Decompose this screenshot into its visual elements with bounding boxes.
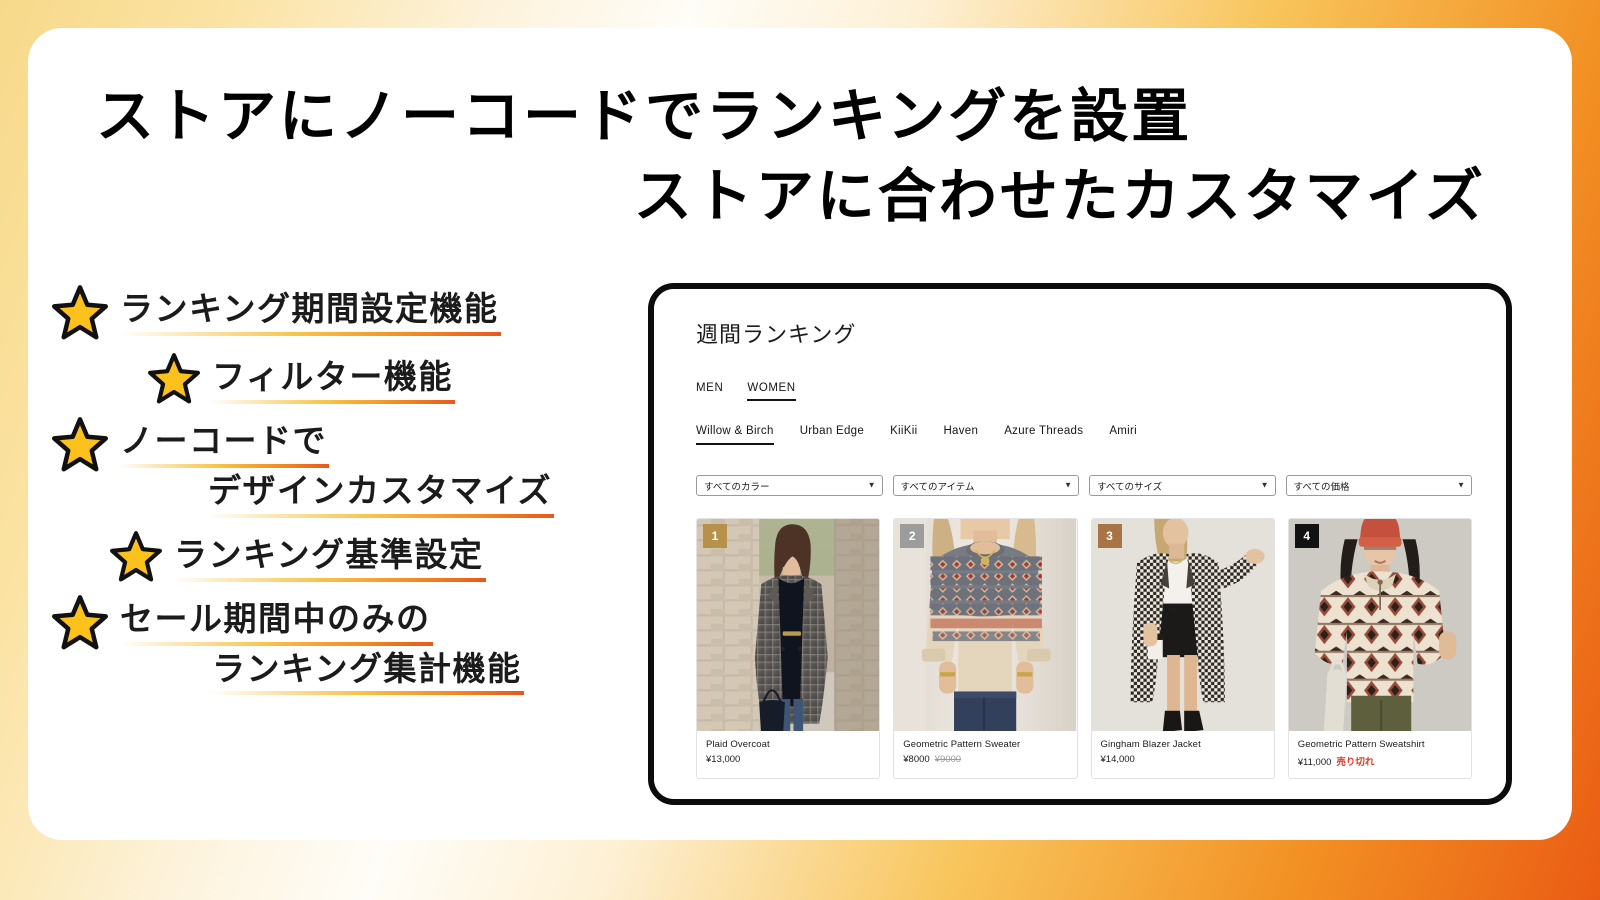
star-icon: [110, 530, 163, 582]
feature-text-group: ノーコードで デザインカスタマイズ: [118, 414, 555, 518]
feature-line: ランキング期間設定機能: [118, 286, 501, 336]
product-card[interactable]: 1 Plaid Overcoat ¥13,000: [696, 518, 881, 779]
brand-tab-urban-edge[interactable]: Urban Edge: [800, 425, 864, 445]
product-price: ¥11,000: [1297, 757, 1332, 768]
product-image: 2: [894, 519, 1077, 731]
product-image: 3: [1091, 519, 1274, 731]
product-info: Geometric Pattern Sweater ¥8000 ¥9000: [894, 731, 1076, 775]
product-name: Gingham Blazer Jacket: [1100, 739, 1201, 750]
rank-badge: 4: [1294, 524, 1319, 548]
star-icon: [52, 416, 108, 472]
product-price: ¥13,000: [706, 754, 741, 765]
item-filter-select[interactable]: すべてのアイテム ▼: [892, 475, 1079, 496]
feature-line: ノーコードで: [118, 418, 329, 468]
product-name: Geometric Pattern Sweater: [903, 739, 1021, 750]
product-card[interactable]: 2 Geometric Pattern Sweater ¥8000 ¥9000: [893, 518, 1078, 779]
size-filter-select[interactable]: すべてのサイズ ▼: [1089, 475, 1276, 496]
ranking-title: 週間ランキング: [696, 322, 857, 347]
feature-item-nocode-design: ノーコードで デザインカスタマイズ: [52, 414, 632, 518]
feature-line: ランキング基準設定: [172, 532, 486, 582]
product-name: Plaid Overcoat: [706, 739, 770, 750]
rank-badge: 3: [1097, 524, 1122, 548]
headline-line-2: ストアに合わせたカスタマイズ: [633, 164, 1486, 230]
gender-tab-bar: MEN WOMEN: [696, 382, 1472, 401]
feature-line: デザインカスタマイズ: [206, 468, 555, 518]
rank-badge: 2: [900, 524, 925, 548]
brand-tab-bar: Willow & Birch Urban Edge KiiKii Haven A…: [696, 425, 1472, 445]
product-image: 4: [1288, 519, 1471, 731]
size-filter-value: すべてのサイズ: [1097, 481, 1163, 493]
plaid-overcoat-photo: [697, 519, 880, 731]
price-filter-select[interactable]: すべての価格 ▼: [1285, 475, 1472, 496]
feature-line: フィルター機能: [210, 354, 455, 404]
brand-tab-azure-threads[interactable]: Azure Threads: [1004, 425, 1083, 445]
product-old-price: ¥9000: [934, 754, 962, 765]
feature-item-ranking-criteria: ランキング基準設定: [52, 528, 632, 582]
feature-text-group: フィルター機能: [210, 350, 455, 404]
feature-text-group: ランキング期間設定機能: [118, 282, 501, 336]
product-image: 1: [697, 519, 880, 731]
product-price: ¥14,000: [1100, 754, 1135, 765]
product-info: Geometric Pattern Sweatshirt ¥11,000 売り切…: [1289, 731, 1471, 778]
star-icon: [52, 284, 108, 340]
product-info: Plaid Overcoat ¥13,000: [697, 731, 879, 775]
product-card[interactable]: 3 Gingham Blazer Jacket ¥14,000: [1090, 518, 1275, 779]
feature-text-group: セール期間中のみの ランキング集計機能: [118, 592, 524, 696]
feature-item-filter: フィルター機能: [52, 350, 632, 404]
chevron-down-icon: ▼: [1260, 480, 1269, 490]
chevron-down-icon: ▼: [1457, 480, 1465, 490]
brand-tab-haven[interactable]: Haven: [943, 425, 978, 445]
feature-line: ランキング集計機能: [210, 646, 524, 696]
color-filter-value: すべてのカラー: [704, 481, 770, 493]
geometric-sweatshirt-photo: [1288, 519, 1471, 731]
feature-item-ranking-period: ランキング期間設定機能: [52, 282, 632, 340]
product-price: ¥8000: [903, 754, 930, 765]
chevron-down-icon: ▼: [867, 480, 876, 490]
sold-out-badge: 売り切れ: [1336, 757, 1375, 768]
feature-text-group: ランキング基準設定: [172, 528, 486, 582]
tab-men[interactable]: MEN: [696, 382, 723, 401]
brand-tab-amiri[interactable]: Amiri: [1109, 425, 1137, 445]
product-card[interactable]: 4 Geometric Pattern Sweatshirt ¥11,000 売…: [1287, 518, 1472, 779]
product-price-row: ¥8000 ¥9000: [903, 754, 1067, 765]
product-card-grid: 1 Plaid Overcoat ¥13,000 2 Geometric Pat…: [696, 518, 1472, 779]
product-price-row: ¥11,000 売り切れ: [1298, 754, 1462, 768]
item-filter-value: すべてのアイテム: [900, 481, 975, 493]
star-icon: [52, 594, 108, 650]
product-price-row: ¥14,000: [1101, 754, 1265, 765]
product-name: Geometric Pattern Sweatshirt: [1297, 739, 1425, 750]
color-filter-select[interactable]: すべてのカラー ▼: [696, 475, 883, 496]
chevron-down-icon: ▼: [1064, 480, 1072, 490]
feature-list: ランキング期間設定機能 フィルター機能 ノーコードで デザインカスタマイズ ラン…: [52, 282, 632, 705]
star-icon: [148, 352, 201, 404]
rank-badge: 1: [703, 524, 727, 548]
page-headline: ストアにノーコードでランキングを設置 ストアに合わせたカスタマイズ: [96, 80, 1486, 234]
brand-tab-kiikii[interactable]: KiiKii: [890, 425, 917, 445]
price-filter-value: すべての価格: [1293, 481, 1350, 493]
storefront-screen: 週間ランキング MEN WOMEN Willow & Birch Urban E…: [654, 289, 1506, 799]
product-info: Gingham Blazer Jacket ¥14,000: [1092, 731, 1274, 775]
feature-item-sale-period-ranking: セール期間中のみの ランキング集計機能: [52, 592, 632, 696]
headline-line-1: ストアにノーコードでランキングを設置: [96, 84, 1193, 149]
geometric-sweater-photo: [894, 519, 1077, 731]
tab-women[interactable]: WOMEN: [747, 382, 796, 401]
product-price-row: ¥13,000: [706, 754, 870, 765]
device-mockup-frame: 週間ランキング MEN WOMEN Willow & Birch Urban E…: [648, 283, 1512, 805]
brand-tab-willow-and-birch[interactable]: Willow & Birch: [696, 425, 774, 445]
feature-line: セール期間中のみの: [118, 596, 433, 646]
gingham-blazer-photo: [1091, 519, 1274, 731]
filter-row: すべてのカラー ▼ すべてのアイテム ▼ すべてのサイズ ▼ すべての価格 ▼: [696, 475, 1472, 496]
